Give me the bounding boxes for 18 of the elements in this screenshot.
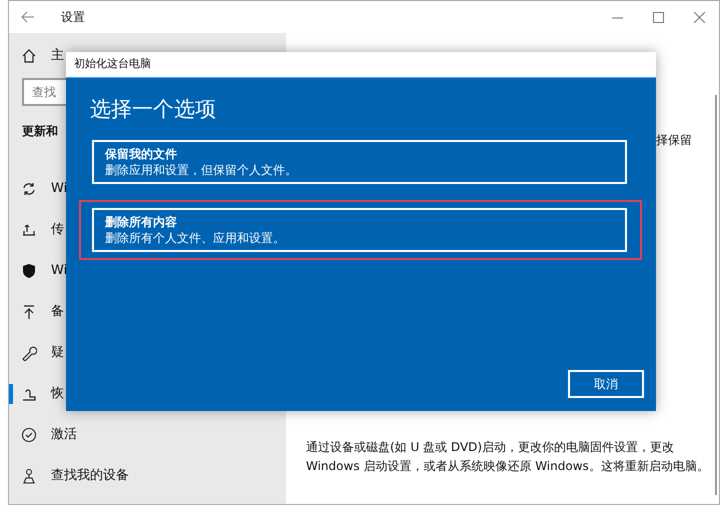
sidebar-label: 疑 [51, 344, 64, 362]
option-title: 删除所有内容 [105, 214, 178, 230]
option-title: 保留我的文件 [105, 146, 178, 162]
sidebar-label: 查找我的设备 [51, 466, 129, 485]
sidebar-label: 备 [51, 302, 64, 321]
option-description: 删除所有个人文件、应用和设置。 [105, 230, 286, 246]
dialog-heading: 选择一个选项 [90, 96, 217, 123]
window-title: 设置 [61, 9, 85, 26]
sidebar-label: 激活 [51, 426, 77, 444]
option-description: 删除应用和设置，但保留个人文件。 [105, 162, 298, 178]
section-heading: 更新和 [22, 123, 59, 140]
sidebar-label: Wi [51, 180, 68, 198]
sidebar-label: Wi [51, 262, 68, 280]
description-text: 通过设备或磁盘(如 U 盘或 DVD)启动，更改你的电脑固件设置，更改 Windows 启动设置，或者从系统映像还原 Windows。这将重新启动电脑。 [306, 439, 709, 475]
dialog-title: 初始化这台电脑 [74, 56, 151, 72]
partial-text: 择保留 [656, 132, 693, 149]
sidebar-label: 恢 [51, 384, 64, 403]
sidebar-label: 传 [51, 220, 64, 239]
